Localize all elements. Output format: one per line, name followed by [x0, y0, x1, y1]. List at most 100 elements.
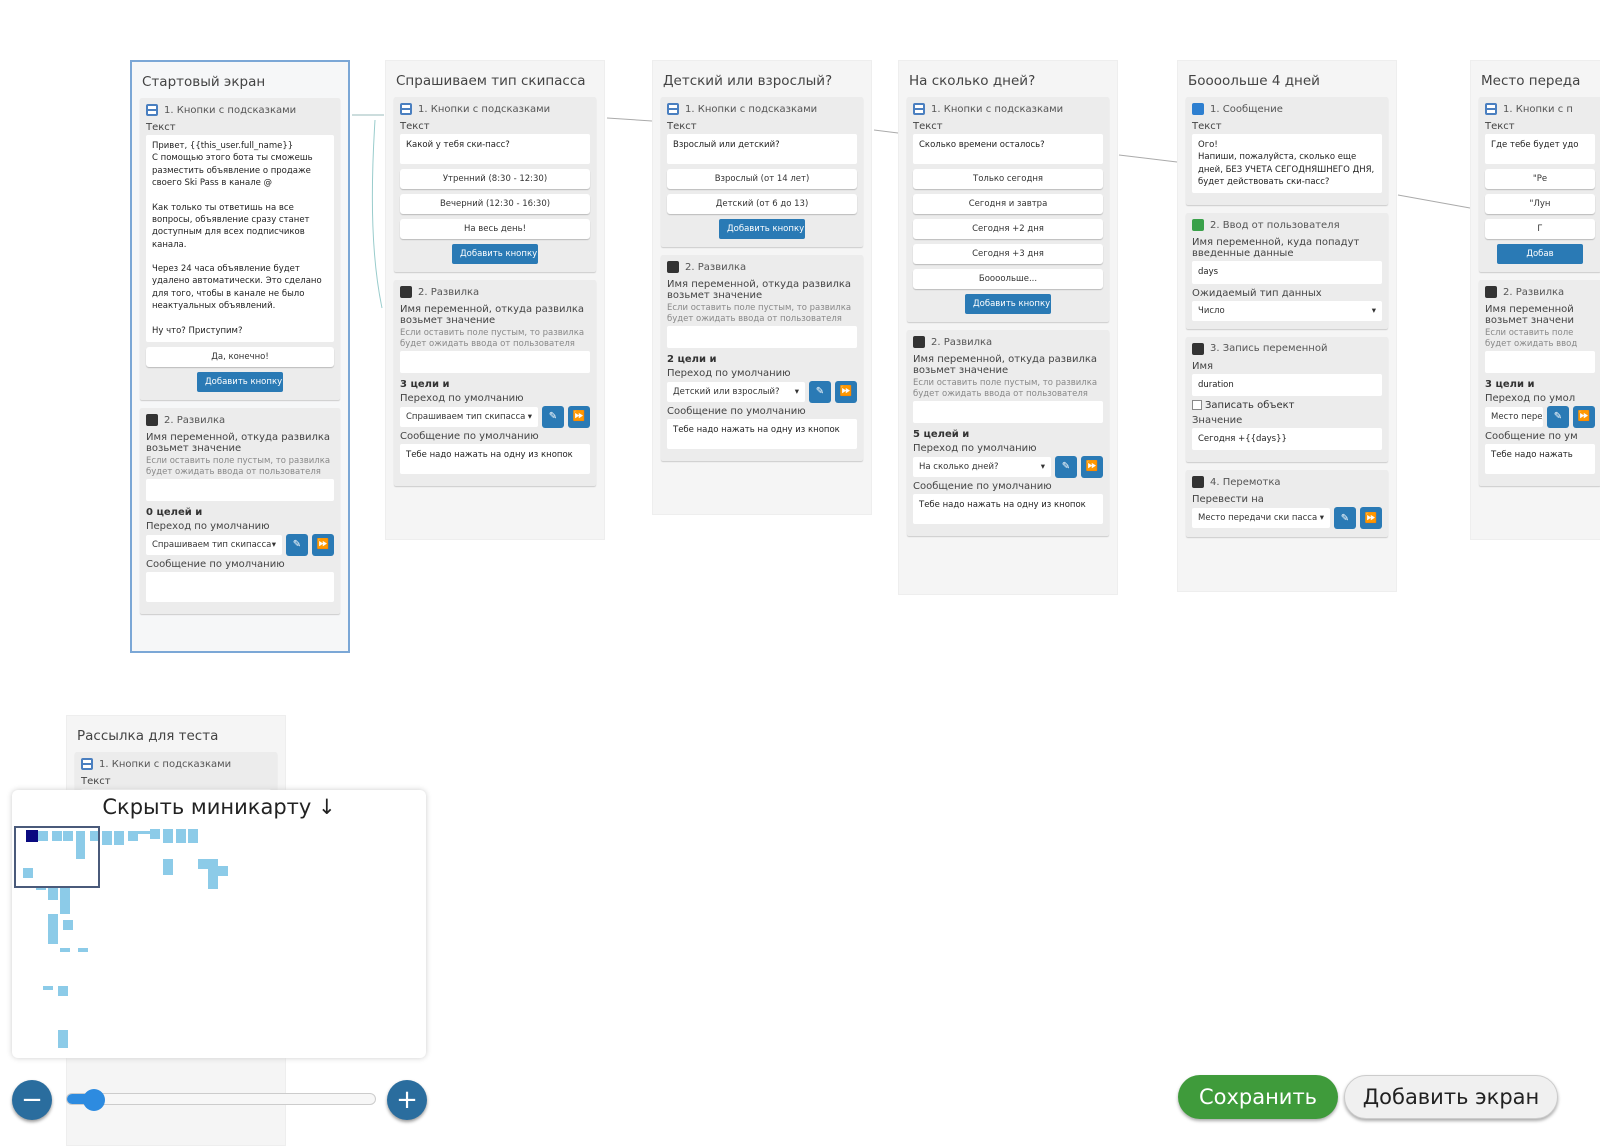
pencil-icon: ✎ [1553, 411, 1563, 423]
text-input[interactable]: Ого! Напиши, пожалуйста, сколько еще дне… [1192, 134, 1382, 194]
save-button[interactable]: Сохранить [1178, 1075, 1338, 1119]
reply-button[interactable]: "Ре [1485, 169, 1595, 189]
block-title: 2. Развилка [1503, 286, 1565, 298]
edit-button[interactable]: ✎ [1334, 507, 1356, 530]
goto-button[interactable]: ⏩ [1360, 507, 1382, 530]
reply-button[interactable]: Боооольше... [913, 269, 1103, 289]
hide-minimap-toggle[interactable]: Скрыть миникарту ↓ [12, 795, 426, 819]
minimap-viewport[interactable] [14, 826, 100, 888]
screen-card[interactable]: Спрашиваем тип скипасса 1. Кнопки с подск… [385, 60, 605, 540]
buttons-block[interactable]: 1. Кнопки с подсказками Текст Сколько врем… [907, 97, 1109, 322]
default-message-input[interactable]: Тебе надо нажать [1485, 443, 1595, 474]
default-message-input[interactable]: Тебе надо нажать на одну из кнопок [667, 418, 857, 449]
add-button-button[interactable]: Добавить кнопку [197, 372, 283, 392]
fork-block[interactable]: 2. Развилка Имя переменной возьмет значен… [1479, 280, 1600, 486]
add-button-button[interactable]: Добав [1497, 244, 1583, 264]
reply-button[interactable]: Только сегодня [913, 169, 1103, 189]
fork-block[interactable]: 2. Развилка Имя переменной, откуда развил… [907, 330, 1109, 536]
pencil-icon: ✎ [548, 411, 558, 423]
transition-select[interactable]: Детский или взрослый? ▾ [667, 381, 805, 402]
goto-button[interactable]: ⏩ [1573, 405, 1595, 428]
screen-card[interactable]: На сколько дней? 1. Кнопки с подсказками Т… [898, 60, 1118, 595]
default-message-input[interactable]: Тебе надо нажать на одну из кнопок [913, 493, 1103, 524]
goto-button[interactable]: ⏩ [1081, 455, 1103, 478]
reply-button[interactable]: Сегодня +3 дня [913, 244, 1103, 264]
input-block[interactable]: 2. Ввод от пользователя Имя переменной, к… [1186, 213, 1388, 329]
default-message-input[interactable] [146, 571, 334, 602]
zoom-out-button[interactable]: − [12, 1080, 52, 1120]
edit-button[interactable]: ✎ [1547, 405, 1569, 428]
variable-input[interactable] [146, 478, 334, 501]
transition-select[interactable]: Спрашиваем тип скипасса ▾ [400, 406, 538, 427]
screen-card[interactable]: Место переда 1. Кнопки с п Текст Где тебе б… [1470, 60, 1600, 540]
block-header: 4. Перемотка [1192, 476, 1382, 489]
screen-card[interactable]: Боооольше 4 дней 1. Сообщение Текст Ого! На… [1177, 60, 1397, 592]
zoom-slider[interactable] [66, 1089, 376, 1111]
zoom-in-button[interactable]: + [387, 1080, 427, 1120]
default-transition-label: Переход по умолчанию [667, 367, 791, 379]
minimap[interactable]: Скрыть миникарту ↓ [12, 790, 426, 1058]
reply-button[interactable]: На весь день! [400, 219, 590, 239]
fork-block[interactable]: 2. Развилка Имя переменной, откуда развил… [140, 408, 340, 614]
fork-block[interactable]: 2. Развилка Имя переменной, откуда развил… [661, 255, 863, 461]
write-object-checkbox[interactable]: Записать объект [1192, 400, 1382, 411]
goto-button[interactable]: ⏩ [568, 405, 590, 428]
screen-title: Рассылка для теста [77, 728, 219, 744]
value-input[interactable]: Сегодня +{{days}} [1192, 427, 1382, 451]
add-screen-button[interactable]: Добавить экран [1344, 1075, 1558, 1119]
fast-forward-icon: ⏩ [316, 539, 330, 551]
reply-button[interactable]: Утренний (8:30 - 12:30) [400, 169, 590, 189]
variable-input[interactable] [667, 325, 857, 348]
reply-button[interactable]: Детский (от 6 до 13) [667, 194, 857, 214]
variable-input[interactable]: days [1192, 261, 1382, 284]
screen-card[interactable]: Стартовый экран 1. Кнопки с подсказками Те… [130, 60, 350, 653]
variable-input[interactable] [400, 350, 590, 373]
text-input[interactable]: Привет, {{this_user.full_name}} С помощь… [146, 135, 334, 342]
screen-card[interactable]: Детский или взрослый? 1. Кнопки с подсказ… [652, 60, 872, 515]
buttons-block[interactable]: 1. Кнопки с подсказками Текст Привет, {{th… [140, 98, 340, 400]
goto-button[interactable]: ⏩ [835, 380, 857, 403]
reply-button[interactable]: Вечерний (12:30 - 16:30) [400, 194, 590, 214]
edit-button[interactable]: ✎ [809, 380, 831, 403]
rewind-block[interactable]: 4. Перемотка Перевести на Место передачи с… [1186, 470, 1388, 538]
add-button-button[interactable]: Добавить кнопку [965, 294, 1051, 314]
default-message-input[interactable]: Тебе надо нажать на одну из кнопок [400, 443, 590, 474]
reply-button[interactable]: Да, конечно! [146, 347, 334, 367]
select-row: Спрашиваем тип скипасса ▾ ✎ ⏩ [400, 405, 590, 428]
name-input[interactable]: duration [1192, 373, 1382, 396]
text-input[interactable]: Сколько времени осталось? [913, 134, 1103, 164]
data-type-select[interactable]: Число ▾ [1192, 300, 1382, 321]
reply-button[interactable]: Взрослый (от 14 лет) [667, 169, 857, 189]
checkbox-box[interactable] [1192, 400, 1202, 411]
buttons-block[interactable]: 1. Кнопки с п Текст Где тебе будет удо "Ре "… [1479, 97, 1600, 272]
edit-button[interactable]: ✎ [286, 533, 308, 556]
fork-block[interactable]: 2. Развилка Имя переменной, откуда развил… [394, 280, 596, 486]
message-block[interactable]: 1. Сообщение Текст Ого! Напиши, пожалуйста… [1186, 97, 1388, 206]
minimap-block [188, 829, 198, 843]
transition-select[interactable]: Место передачи ски пасса ▾ [1192, 508, 1330, 529]
buttons-block[interactable]: 1. Кнопки с подсказками Текст Какой у тебя… [394, 97, 596, 272]
variable-input[interactable] [913, 400, 1103, 423]
reply-button[interactable]: Г [1485, 219, 1595, 239]
text-input[interactable]: Взрослый или детский? [667, 134, 857, 164]
reply-button[interactable]: "Лун [1485, 194, 1595, 214]
reply-button[interactable]: Сегодня +2 дня [913, 219, 1103, 239]
add-button-button[interactable]: Добавить кнопку [452, 244, 538, 264]
text-input[interactable]: Где тебе будет удо [1485, 134, 1595, 164]
minimap-block [58, 1030, 68, 1048]
edit-button[interactable]: ✎ [1055, 455, 1077, 478]
buttons-block-icon [146, 104, 158, 116]
setvar-block[interactable]: 3. Запись переменной Имя duration Записать … [1186, 336, 1388, 463]
transition-select[interactable]: На сколько дней? ▾ [913, 456, 1051, 477]
transition-select[interactable]: Спрашиваем тип скипасса ▾ [146, 534, 282, 555]
goto-button[interactable]: ⏩ [312, 533, 334, 556]
transition-select[interactable]: Место передачи с▾ [1485, 406, 1543, 427]
variable-input[interactable] [1485, 350, 1595, 373]
select-value: Место передачи ски пасса [1198, 513, 1318, 524]
add-button-button[interactable]: Добавить кнопку [719, 219, 805, 239]
edit-button[interactable]: ✎ [542, 405, 564, 428]
reply-button[interactable]: Сегодня и завтра [913, 194, 1103, 214]
buttons-block[interactable]: 1. Кнопки с подсказками Текст Взрослый или… [661, 97, 863, 247]
zoom-slider-handle[interactable] [82, 1089, 105, 1111]
text-input[interactable]: Какой у тебя ски-пасс? [400, 134, 590, 164]
